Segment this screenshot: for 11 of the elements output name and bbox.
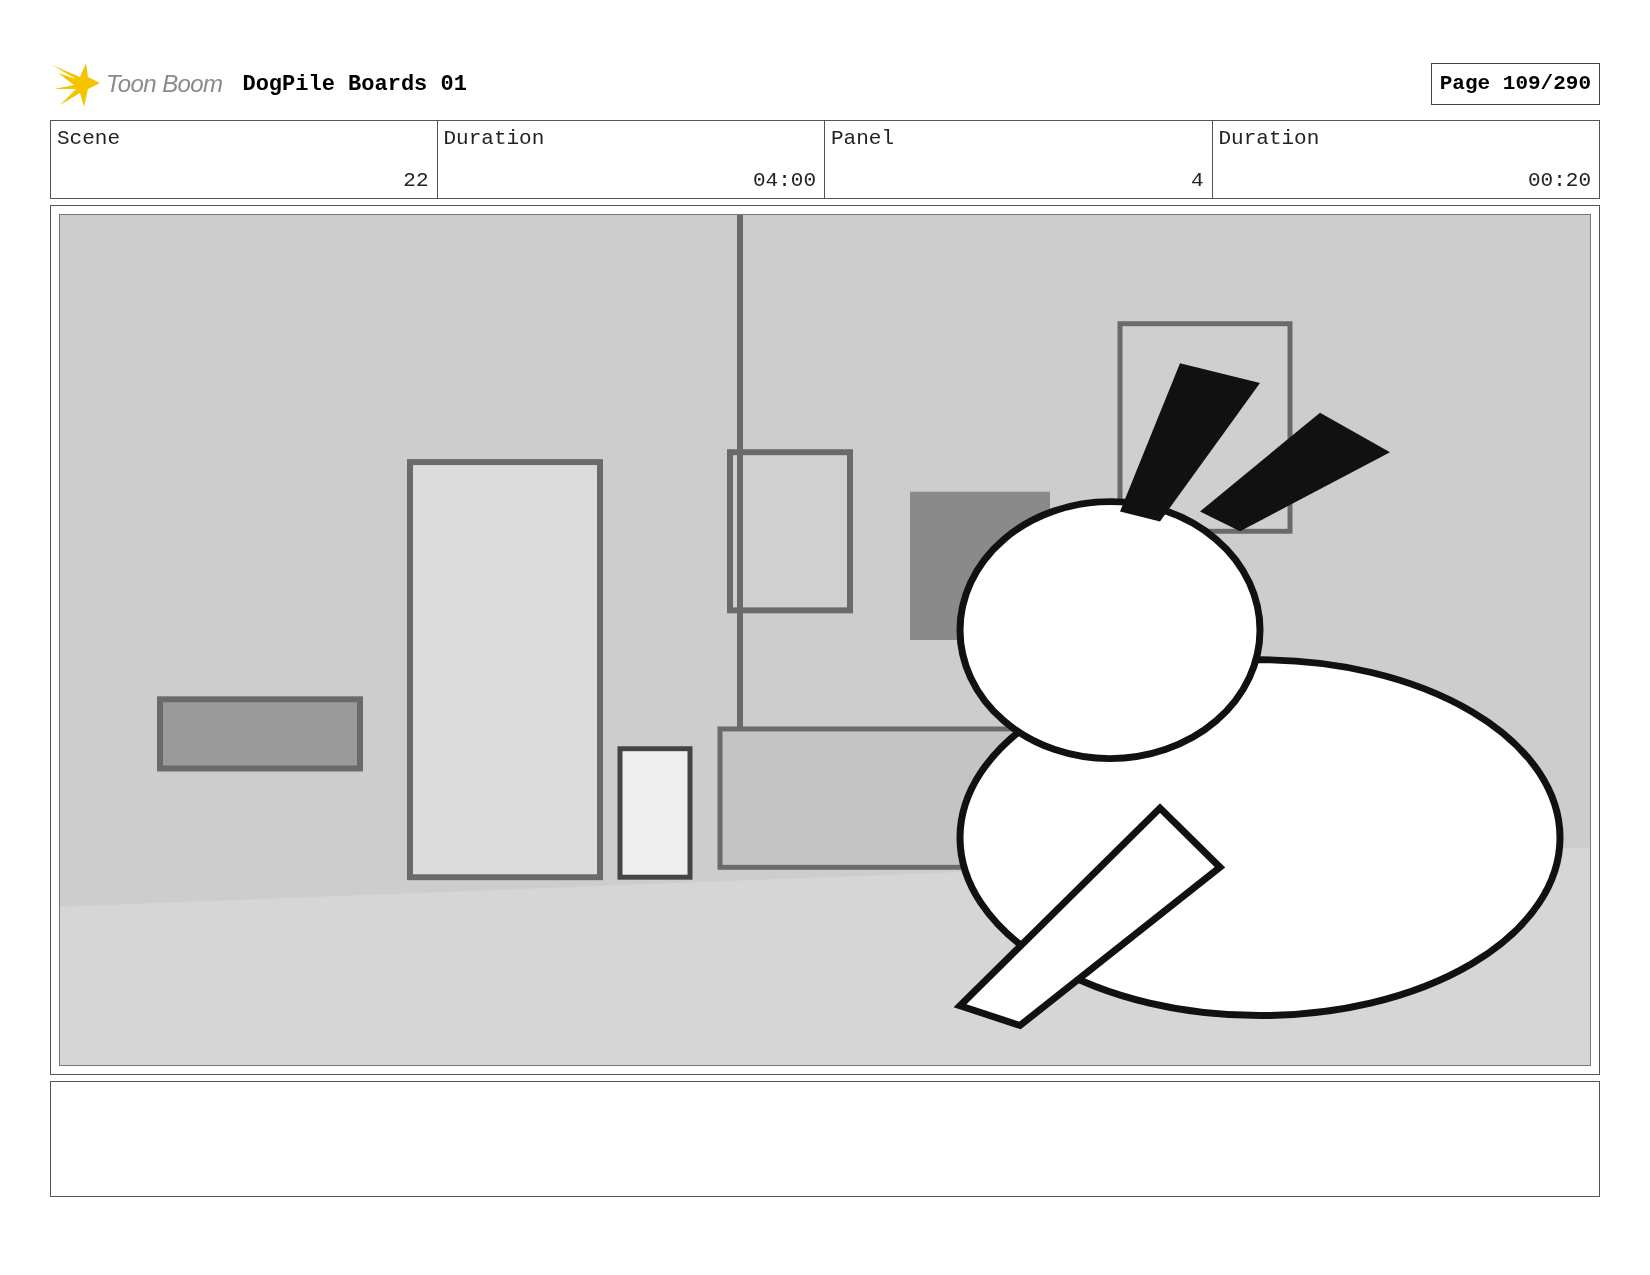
field-value: 4	[1190, 167, 1204, 194]
field-value: 04:00	[753, 167, 816, 194]
field-label: Panel	[831, 126, 895, 152]
field-label: Duration	[443, 126, 546, 152]
field-value: 00:20	[1528, 167, 1591, 194]
page-number: Page 109/290	[1430, 63, 1600, 105]
field-label: Scene	[57, 126, 121, 152]
field-value: 22	[403, 167, 429, 194]
logo-wordmark: Toon Boom	[106, 69, 223, 99]
field-label: Duration	[1218, 126, 1321, 152]
project-title: DogPile Boards 01	[242, 70, 467, 99]
